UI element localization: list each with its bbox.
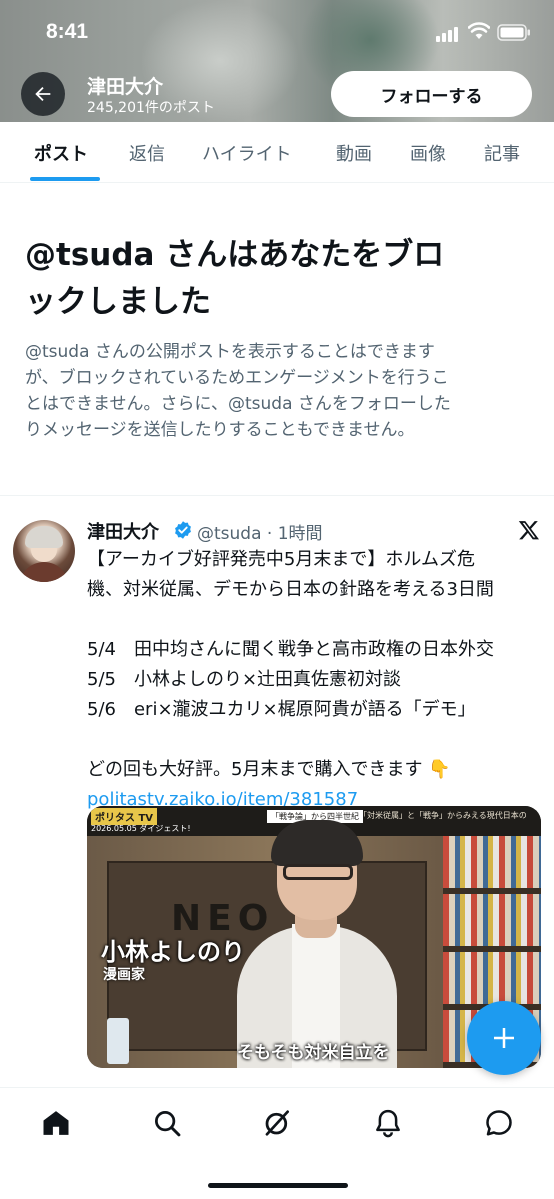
subtitle-caption: そもそも対米自立を [237,1043,390,1063]
plus-icon [494,1028,514,1048]
tweet-line [87,605,547,635]
grok-icon[interactable] [262,1108,292,1138]
notifications-icon[interactable] [373,1108,403,1138]
tab-replies[interactable]: 返信 [129,140,165,166]
avatar[interactable] [13,520,75,582]
cellular-signal-icon [436,26,462,42]
tweet-author-name[interactable]: 津田大介 [87,518,159,544]
status-time: 8:41 [46,20,89,43]
tweet-line: 機、対米従属、デモから日本の針路を考える3日間 [87,579,494,600]
blocked-desc-line: りメッセージを送信したりすることもできません。 [25,420,415,440]
cup [107,1018,129,1064]
compose-button[interactable] [467,1001,541,1075]
tab-articles[interactable]: 記事 [484,140,520,166]
tab-highlights[interactable]: ハイライト [202,140,292,166]
home-indicator [208,1183,348,1188]
battery-icon [497,24,530,41]
profile-tabs: ポスト 返信 ハイライト 動画 画像 記事 [0,122,554,183]
tweet-text: 【アーカイブ好評発売中5月末まで】ホルムズ危 機、対米従属、デモから日本の針路を… [87,545,547,815]
blocked-desc-line: とはできません。さらに、@tsuda さんをフォローした [25,394,451,414]
home-icon[interactable] [41,1108,71,1138]
tab-images[interactable]: 画像 [410,140,446,166]
wifi-icon [468,22,490,39]
arrow-left-icon [35,86,51,102]
tweet-line: 5/5 小林よしのり×辻田真佐憲初対談 [87,669,402,690]
active-tab-indicator [30,177,100,181]
tab-videos[interactable]: 動画 [336,140,372,166]
video-date: 2026.05.05 ダイジェスト! [91,824,191,833]
person-glasses [283,864,353,880]
tweet-line: 【アーカイブ好評発売中5月末まで】ホルムズ危 [87,549,476,570]
blocked-desc-line: @tsuda さんの公開ポストを表示することはできます [25,342,435,362]
tweet-line: どの回も大好評。5月末まで購入できます 👇 [87,759,451,780]
video-banner-secondary: 「対米従属」と「戦争」からみえる現代日本の [359,811,527,820]
header-profile-name: 津田大介 [87,76,164,98]
blocked-desc-line: が、ブロックされているためエンゲージメントを行うこ [25,368,449,388]
status-bar: 8:41 [0,0,554,64]
blocked-title-line: @tsuda さんはあなたをブロ [25,237,445,273]
blocked-title-line: ックしました [25,284,211,320]
messages-icon[interactable] [484,1108,514,1138]
divider [0,495,554,496]
blocked-title: @tsuda さんはあなたをブロ ックしました [25,232,535,326]
tweet-handle-time: @tsuda · 1時間 [197,524,323,544]
verified-badge-icon [175,521,191,539]
search-icon[interactable] [152,1108,182,1138]
speaker-name-caption: 小林よしのり [101,938,245,966]
tweet-line: 5/6 eri×瀧波ユカリ×梶原阿貴が語る「デモ」 [87,699,476,720]
back-button[interactable] [21,72,65,116]
tab-posts[interactable]: ポスト [34,140,88,166]
tweet-line: 5/4 田中均さんに聞く戦争と高市政権の日本外交 [87,639,494,660]
follow-button[interactable]: フォローする [331,71,532,117]
header-post-count: 245,201件のポスト [87,100,215,116]
tweet-line [87,725,547,755]
speaker-role-caption: 漫画家 [103,967,145,983]
avatar-hair [25,526,63,548]
x-logo-icon [518,521,539,540]
blocked-description: @tsuda さんの公開ポストを表示することはできます が、ブロックされているた… [25,339,535,443]
avatar-body [19,562,69,582]
